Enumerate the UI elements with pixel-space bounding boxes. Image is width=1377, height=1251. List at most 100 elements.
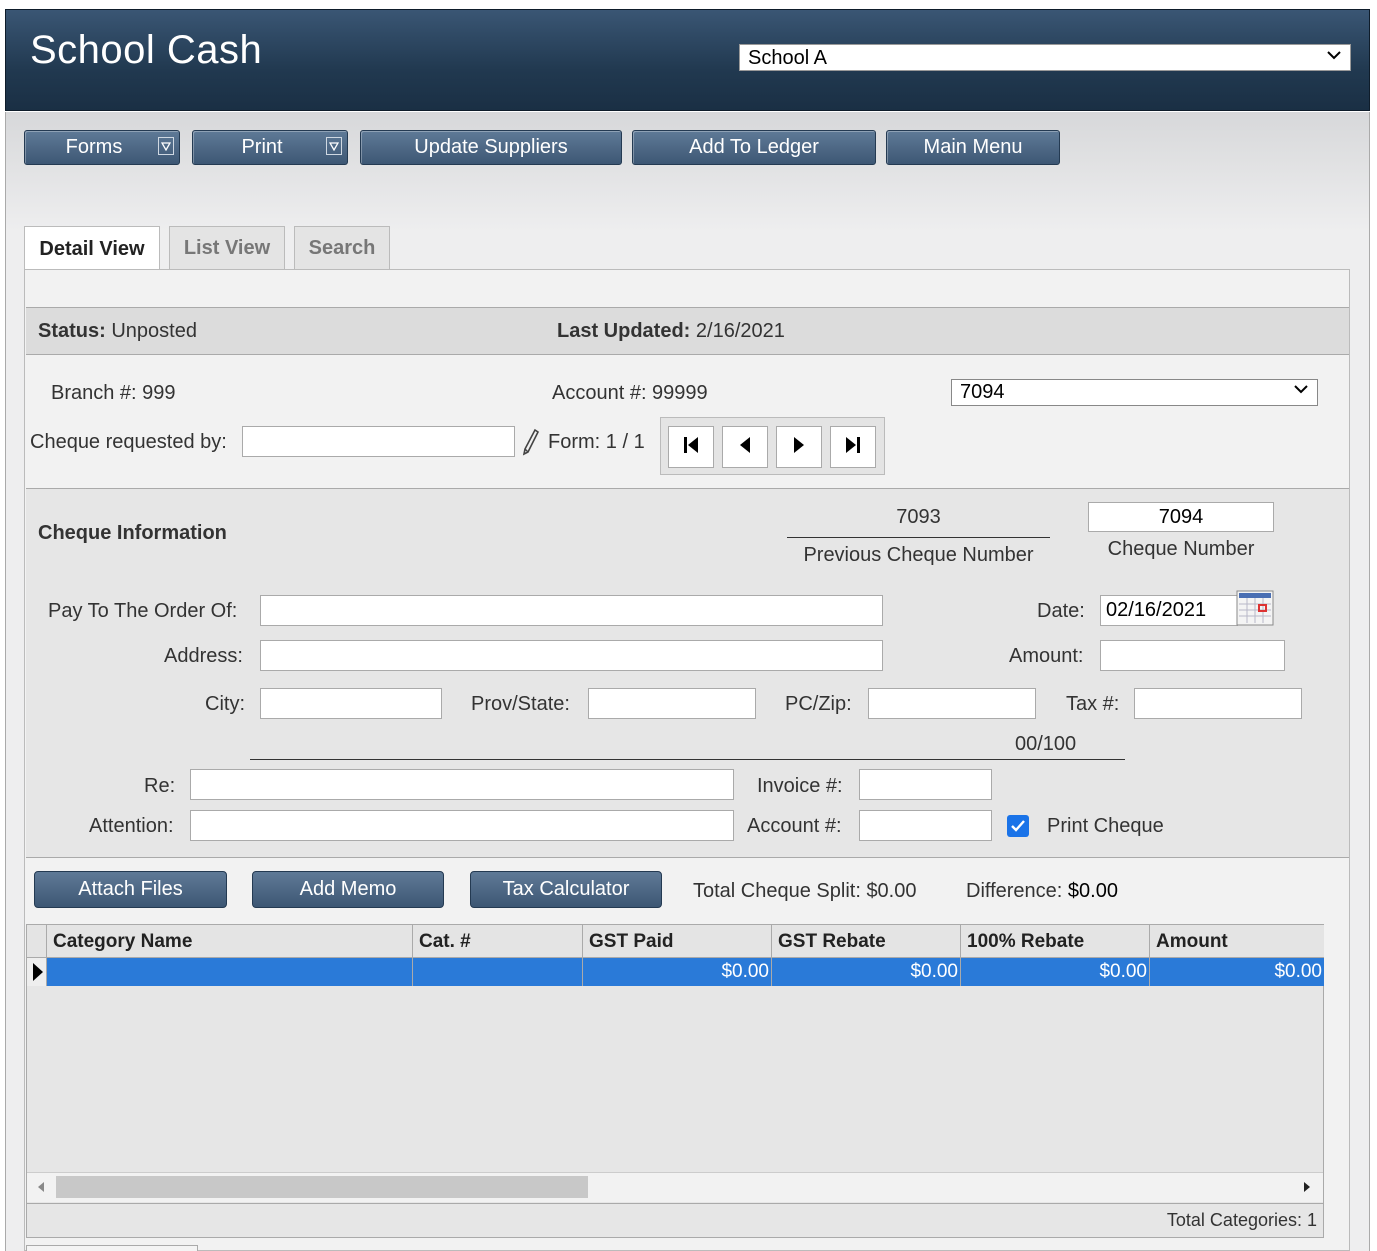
app-root: School Cash School A Forms Print Update … (0, 0, 1377, 1251)
address-label: Address: (164, 645, 243, 667)
arrow-right-icon (792, 435, 806, 460)
scroll-left-icon[interactable] (36, 1180, 46, 1199)
pc-zip-label: PC/Zip: (785, 693, 852, 715)
city-input[interactable] (260, 688, 442, 719)
table-cell[interactable]: $0.00 (583, 958, 772, 986)
form-counter: Form: 1 / 1 (548, 431, 645, 453)
re-label: Re: (144, 775, 176, 797)
column-header[interactable]: 100% Rebate (961, 925, 1150, 958)
last-updated-label: Last Updated: (557, 320, 691, 342)
school-select[interactable]: School A (739, 44, 1351, 71)
amount-label: Amount: (1009, 645, 1084, 667)
row-selector[interactable] (27, 958, 47, 986)
invoice-input[interactable] (859, 769, 992, 800)
difference-value: $0.00 (1067, 880, 1118, 902)
status-label: Status: (38, 320, 106, 342)
requested-by-input[interactable] (242, 426, 515, 457)
print-cheque-checkbox[interactable] (1007, 815, 1029, 837)
record-navigator (660, 417, 885, 475)
last-updated-value: 2/16/2021 (695, 320, 785, 342)
pc-zip-input[interactable] (868, 688, 1036, 719)
cheque-section-title: Cheque Information (38, 522, 227, 544)
school-select-value: School A (748, 47, 827, 69)
pencil-icon[interactable] (522, 428, 540, 461)
row-header-column (27, 925, 47, 958)
app-title: School Cash (30, 28, 263, 72)
chevron-down-icon (1293, 382, 1309, 400)
last-updated-field: Last Updated: 2/16/2021 (557, 320, 785, 343)
prov-state-input[interactable] (588, 688, 756, 719)
difference-label: Difference: (966, 880, 1063, 902)
amount-fraction: 00/100 (1015, 733, 1077, 755)
invoice-label: Invoice #: (757, 775, 843, 797)
forms-menu-button[interactable]: Forms (24, 130, 180, 165)
table-cell[interactable] (413, 958, 583, 986)
attention-label: Attention: (89, 815, 174, 837)
cheque-select-value: 7094 (960, 381, 1005, 403)
amount-words-line (250, 759, 1125, 760)
cheque-select[interactable]: 7094 (951, 379, 1318, 406)
cheque-number-input[interactable]: 7094 (1088, 502, 1274, 532)
tab-list-view[interactable]: List View (169, 226, 285, 270)
scroll-right-icon[interactable] (1302, 1180, 1312, 1199)
main-menu-button[interactable]: Main Menu (886, 130, 1060, 165)
status-value: Unposted (111, 320, 197, 342)
arrow-left-icon (738, 435, 752, 460)
column-header[interactable]: Amount (1150, 925, 1324, 958)
status-field: Status: Unposted (38, 320, 197, 343)
divider (787, 537, 1050, 538)
total-cheque-split: Total Cheque Split: $0.00 (693, 880, 917, 902)
skip-last-icon (844, 435, 862, 460)
first-record-button[interactable] (668, 426, 714, 468)
requested-by-label: Cheque requested by: (30, 431, 227, 453)
column-header[interactable]: GST Paid (583, 925, 772, 958)
city-label: City: (205, 693, 245, 715)
column-header[interactable]: GST Rebate (772, 925, 961, 958)
dropdown-arrow-icon (326, 137, 342, 155)
previous-record-button[interactable] (722, 426, 768, 468)
column-header[interactable]: Category Name (47, 925, 413, 958)
add-to-ledger-button[interactable]: Add To Ledger (632, 130, 876, 165)
tax-number-label: Tax #: (1066, 693, 1120, 715)
print-menu-button[interactable]: Print (192, 130, 348, 165)
scrollbar-thumb[interactable] (56, 1176, 588, 1198)
cheque-account-label: Account #: (747, 815, 842, 837)
address-input[interactable] (260, 640, 883, 671)
total-categories: Total Categories: 1 (1166, 1210, 1317, 1230)
bottom-tab-edge (26, 1245, 198, 1251)
pay-to-label: Pay To The Order Of: (48, 600, 238, 622)
pay-to-input[interactable] (260, 595, 883, 626)
skip-first-icon (682, 435, 700, 460)
table-cell[interactable]: $0.00 (772, 958, 961, 986)
amount-input[interactable] (1100, 640, 1285, 671)
tax-number-input[interactable] (1134, 688, 1302, 719)
date-input[interactable]: 02/16/2021 (1100, 595, 1238, 626)
attention-input[interactable] (190, 810, 734, 841)
re-input[interactable] (190, 769, 734, 800)
tab-search[interactable]: Search (294, 226, 390, 270)
previous-cheque-number: 7093 (896, 506, 941, 528)
table-cell[interactable]: $0.00 (1150, 958, 1324, 986)
add-memo-button[interactable]: Add Memo (252, 871, 444, 908)
account-number: Account #: 99999 (552, 382, 708, 404)
last-record-button[interactable] (830, 426, 876, 468)
column-header[interactable]: Cat. # (413, 925, 583, 958)
cheque-account-input[interactable] (859, 810, 992, 841)
cheque-number-label: Cheque Number (1107, 538, 1255, 560)
dropdown-arrow-icon (158, 137, 174, 155)
category-grid: Category Name Cat. # GST Paid GST Rebate… (26, 924, 1324, 1204)
table-cell[interactable]: $0.00 (961, 958, 1150, 986)
chevron-down-icon (1326, 48, 1342, 66)
difference-field: Difference: $0.00 (966, 880, 1118, 903)
table-cell[interactable] (47, 958, 413, 986)
previous-cheque-label: Previous Cheque Number (803, 544, 1034, 566)
tab-detail-view[interactable]: Detail View (24, 226, 160, 271)
next-record-button[interactable] (776, 426, 822, 468)
calendar-icon[interactable] (1236, 590, 1274, 631)
tax-calculator-button[interactable]: Tax Calculator (470, 871, 662, 908)
print-cheque-label: Print Cheque (1047, 815, 1164, 837)
update-suppliers-button[interactable]: Update Suppliers (360, 130, 622, 165)
date-label: Date: (1037, 600, 1085, 622)
attach-files-button[interactable]: Attach Files (34, 871, 227, 908)
branch-number: Branch #: 999 (51, 382, 176, 404)
